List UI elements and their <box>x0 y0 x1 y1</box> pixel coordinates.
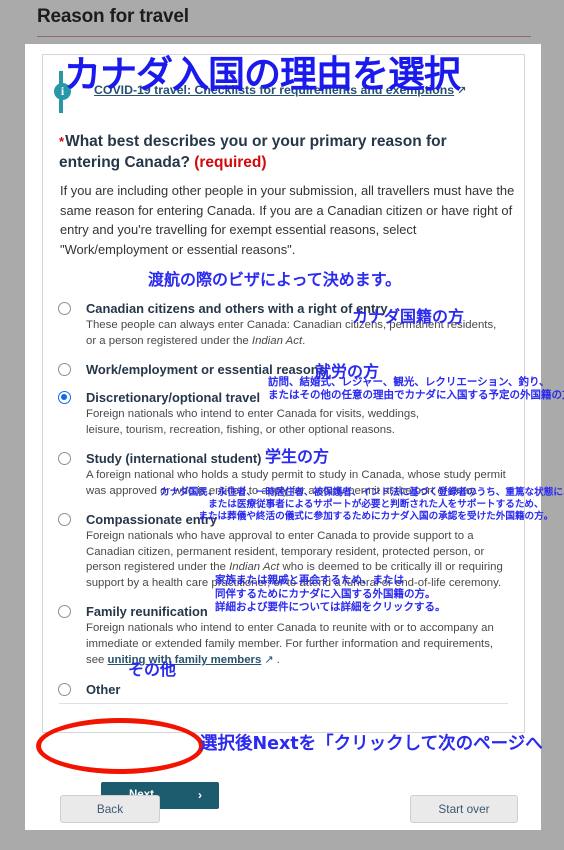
radio-label-other: Other <box>86 681 121 697</box>
radio-desc-italic: Indian Act <box>251 334 303 347</box>
radio-desc-tail: . <box>273 654 280 666</box>
radio-label-work-employment: Work/employment or essential reasons <box>86 362 326 377</box>
radio-input-family-reunification[interactable] <box>58 605 71 618</box>
radio-option-compassionate-entry[interactable]: Compassionate entry Foreign nationals wh… <box>58 511 518 591</box>
start-over-button[interactable]: Start over <box>410 795 518 823</box>
radio-desc-compassionate-entry: Foreign nationals who have approval to e… <box>86 529 506 591</box>
radio-desc-family-reunification: Foreign nationals who intend to enter Ca… <box>86 621 506 669</box>
question-heading: *What best describes you or your primary… <box>59 131 489 173</box>
radio-desc-tail: . <box>302 334 306 347</box>
question-help-text: If you are including other people in you… <box>60 183 515 257</box>
header-divider <box>37 36 531 37</box>
radio-option-other[interactable]: Other <box>58 681 518 699</box>
back-button[interactable]: Back <box>60 795 160 823</box>
reason-radio-group: Canadian citizens and others with a righ… <box>58 300 518 703</box>
radio-input-work-employment[interactable] <box>58 363 71 376</box>
radio-input-discretionary-optional-travel[interactable] <box>58 391 71 404</box>
info-callout: i COVID-19 travel: Checklists for requir… <box>54 71 510 113</box>
radio-label-canadian-citizens: Canadian citizens and others with a righ… <box>86 301 388 316</box>
radio-option-discretionary-optional-travel[interactable]: Discretionary/optional travel Foreign na… <box>58 389 518 438</box>
radio-input-study-international-student[interactable] <box>58 452 71 465</box>
radio-input-other[interactable] <box>58 682 71 696</box>
required-asterisk: * <box>59 134 65 149</box>
radio-option-study-international-student[interactable]: Study (international student) A foreign … <box>58 450 518 499</box>
radio-input-canadian-citizens[interactable] <box>58 302 71 315</box>
radio-label-compassionate-entry: Compassionate entry <box>86 512 218 527</box>
uniting-with-family-members-link[interactable]: uniting with family members <box>108 654 262 666</box>
external-link-icon: ↗︎ <box>457 84 467 97</box>
radio-desc-canadian-citizens: These people can always enter Canada: Ca… <box>86 318 506 349</box>
radio-option-canadian-citizens[interactable]: Canadian citizens and others with a righ… <box>58 300 518 349</box>
page-title: Reason for travel <box>37 6 189 27</box>
form-footer-divider <box>59 703 508 704</box>
covid-travel-checklist-link-label: COVID-19 travel: Checklists for requirem… <box>94 83 455 97</box>
page-header: Reason for travel <box>25 0 541 44</box>
info-icon: i <box>54 83 71 100</box>
radio-option-work-employment[interactable]: Work/employment or essential reasons <box>58 361 518 379</box>
radio-option-family-reunification[interactable]: Family reunification Foreign nationals w… <box>58 603 518 669</box>
page-root: Reason for travel i COVID-19 travel: Che… <box>0 0 564 850</box>
chevron-right-icon: › <box>198 788 202 802</box>
radio-desc-discretionary-optional-travel: Foreign nationals who intend to enter Ca… <box>86 408 420 436</box>
covid-travel-checklist-link[interactable]: COVID-19 travel: Checklists for requirem… <box>94 83 466 97</box>
reason-for-travel-form: i COVID-19 travel: Checklists for requir… <box>42 54 525 809</box>
radio-label-study-international-student: Study (international student) <box>86 451 262 466</box>
uniting-with-family-members-label: uniting with family members <box>107 654 262 666</box>
radio-input-compassionate-entry[interactable] <box>58 513 71 526</box>
radio-desc-study-international-student: A foreign national who holds a study per… <box>86 469 506 497</box>
external-link-icon: ↗︎ <box>264 653 274 666</box>
radio-label-discretionary-optional-travel: Discretionary/optional travel <box>86 390 261 405</box>
radio-label-family-reunification: Family reunification <box>86 604 208 619</box>
required-label: (required) <box>194 154 267 171</box>
radio-desc-italic: Indian Act <box>229 561 280 573</box>
